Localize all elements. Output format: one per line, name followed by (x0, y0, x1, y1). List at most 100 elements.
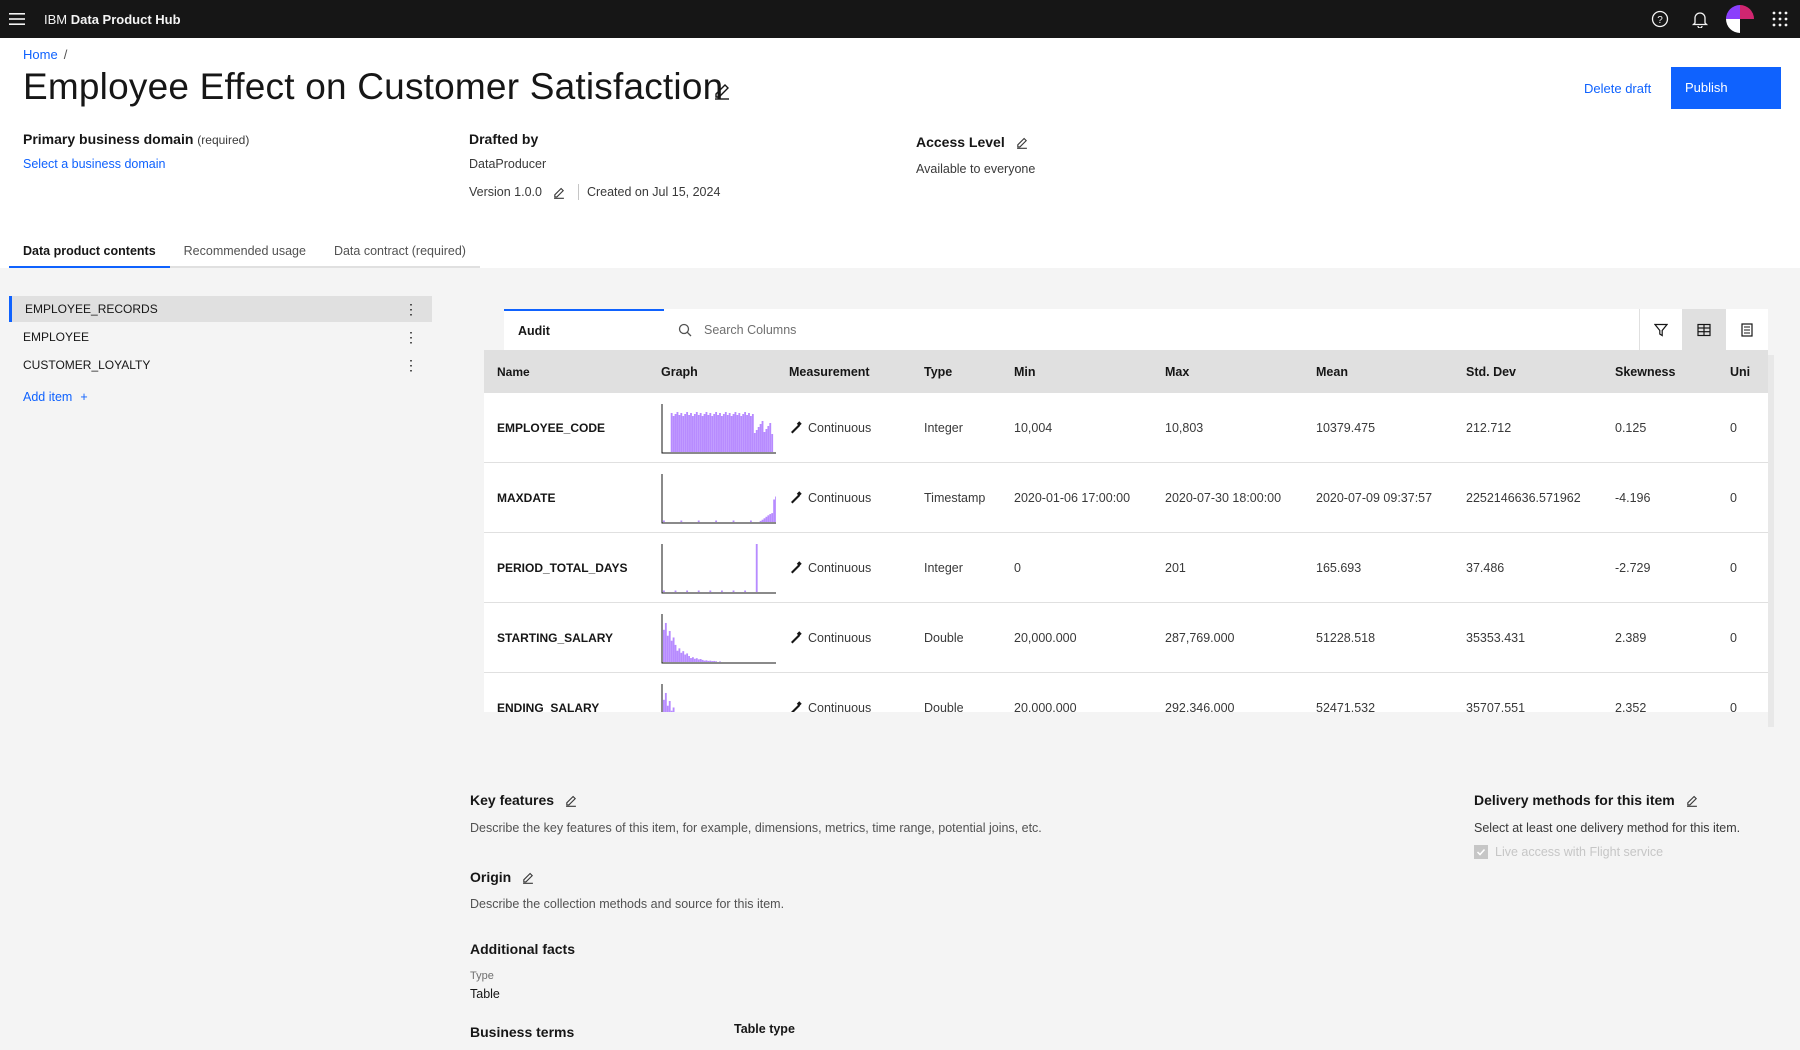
edit-title-icon[interactable] (712, 80, 732, 100)
filter-button[interactable] (1639, 309, 1682, 350)
cell-uni: 0 (1730, 700, 1737, 713)
table-row[interactable]: MAXDATE Continuous Timestamp 2020-01-06 … (484, 463, 1768, 533)
list-item-employee-records[interactable]: EMPLOYEE_RECORDS ⋮ (9, 296, 432, 322)
add-item-button[interactable]: Add item + (9, 380, 432, 414)
cell-min: 20,000.000 (1014, 700, 1077, 713)
histogram-bar (728, 412, 731, 452)
header-uni[interactable]: Uni (1717, 365, 1768, 379)
tab-data-contract[interactable]: Data contract (required) (320, 238, 480, 268)
publish-button[interactable]: Publish (1671, 67, 1781, 109)
histogram-bar (674, 413, 677, 452)
histogram-bar (761, 519, 764, 522)
overflow-menu-icon[interactable]: ⋮ (404, 302, 418, 316)
histogram-bar (709, 412, 712, 452)
histogram-bar (693, 658, 696, 662)
overflow-menu-icon[interactable]: ⋮ (404, 330, 418, 344)
header-type[interactable]: Type (911, 365, 1001, 379)
header-max[interactable]: Max (1152, 365, 1303, 379)
hamburger-menu-icon[interactable] (0, 0, 34, 38)
version-divider (577, 184, 579, 200)
ruler-icon (789, 491, 802, 504)
histogram-bar (709, 590, 712, 592)
histogram-bar (690, 657, 692, 662)
header-measurement[interactable]: Measurement (776, 365, 911, 379)
histogram-bar (705, 411, 708, 452)
breadcrumb-home-link[interactable]: Home (23, 47, 58, 62)
histogram-bar (703, 660, 706, 662)
select-business-domain-link[interactable]: Select a business domain (23, 157, 249, 171)
cell-name: EMPLOYEE_CODE (497, 420, 606, 435)
page-title: Employee Effect on Customer Satisfaction (23, 66, 724, 107)
cell-uni: 0 (1730, 420, 1737, 435)
search-columns[interactable]: Search Columns (664, 309, 1639, 350)
header-min[interactable]: Min (1001, 365, 1152, 379)
histogram-bar (709, 660, 712, 662)
histogram-bar (686, 652, 689, 662)
app-brand[interactable]: IBM Data Product Hub (44, 12, 181, 27)
search-icon (678, 323, 692, 337)
cell-type: Timestamp (924, 490, 986, 505)
header-mean[interactable]: Mean (1303, 365, 1453, 379)
details-view-button[interactable] (1725, 309, 1768, 350)
access-level-label: Access Level (916, 134, 1005, 150)
histogram-bar (755, 429, 758, 452)
version-text: Version 1.0.0 (469, 185, 542, 199)
histogram-bar (713, 660, 716, 662)
delivery-methods-title: Delivery methods for this item (1474, 792, 1675, 808)
list-item-customer-loyalty[interactable]: CUSTOMER_LOYALTY ⋮ (9, 352, 432, 378)
business-terms-title: Business terms (470, 1024, 575, 1040)
table-row[interactable]: STARTING_SALARY Continuous Double 20,000… (484, 603, 1768, 673)
flight-service-label: Live access with Flight service (1495, 845, 1664, 859)
table-scrollbar[interactable] (1768, 355, 1774, 727)
histogram-bar (664, 622, 667, 662)
histogram-bar (705, 659, 708, 662)
edit-origin-icon[interactable] (521, 870, 535, 884)
additional-facts-title: Additional facts (470, 941, 576, 957)
header-std-dev[interactable]: Std. Dev (1453, 365, 1602, 379)
histogram-bar (755, 543, 758, 592)
histogram-graph (661, 543, 776, 593)
table-row[interactable]: PERIOD_TOTAL_DAYS Continuous Integer 0 2… (484, 533, 1768, 603)
user-avatar[interactable] (1726, 5, 1754, 33)
delete-draft-button[interactable]: Delete draft (1584, 81, 1651, 96)
edit-delivery-methods-icon[interactable] (1685, 793, 1699, 807)
histogram-bar (715, 411, 718, 452)
list-item-label: EMPLOYEE (23, 330, 90, 344)
histogram-bar (724, 411, 727, 452)
edit-key-features-icon[interactable] (564, 793, 578, 807)
table-view-button[interactable] (1682, 309, 1725, 350)
page-header: Home / Employee Effect on Customer Satisf… (0, 38, 1800, 268)
tab-data-product-contents[interactable]: Data product contents (9, 238, 170, 268)
table-row[interactable]: EMPLOYEE_CODE Continuous Integer 10,004 … (484, 393, 1768, 463)
histogram-bar (767, 514, 770, 522)
notification-bell-icon[interactable] (1680, 0, 1720, 38)
edit-version-icon[interactable] (552, 185, 566, 199)
breadcrumb-separator: / (63, 47, 68, 62)
tab-audit[interactable]: Audit (504, 309, 664, 350)
histogram-bar (742, 413, 745, 452)
edit-access-level-icon[interactable] (1015, 135, 1029, 149)
tab-recommended-usage[interactable]: Recommended usage (170, 238, 320, 268)
histogram-bar (680, 652, 683, 662)
column-profile-card: Audit Search Columns Name Graph Measurem… (484, 309, 1768, 712)
histogram-bar (771, 433, 774, 452)
help-icon[interactable]: ? (1640, 0, 1680, 38)
app-switcher-icon[interactable] (1760, 0, 1800, 38)
search-input[interactable]: Search Columns (704, 323, 796, 337)
histogram-bar (666, 635, 669, 662)
histogram-bar (769, 422, 772, 452)
table-row[interactable]: ENDING_SALARY Continuous Double 20,000.0… (484, 673, 1768, 712)
header-name[interactable]: Name (484, 365, 648, 379)
cell-max: 10,803 (1165, 420, 1204, 435)
delivery-methods-section: Delivery methods for this item Select at… (1474, 792, 1740, 859)
histogram-bar (707, 660, 710, 662)
overflow-menu-icon[interactable]: ⋮ (404, 358, 418, 372)
list-item-employee[interactable]: EMPLOYEE ⋮ (9, 324, 432, 350)
histogram-bar (663, 699, 665, 712)
histogram-bar (692, 656, 694, 662)
histogram-bar (721, 590, 723, 592)
header-graph[interactable]: Graph (648, 365, 776, 379)
header-skewness[interactable]: Skewness (1602, 365, 1717, 379)
histogram-bar (715, 660, 718, 662)
histogram-bar (738, 412, 741, 452)
